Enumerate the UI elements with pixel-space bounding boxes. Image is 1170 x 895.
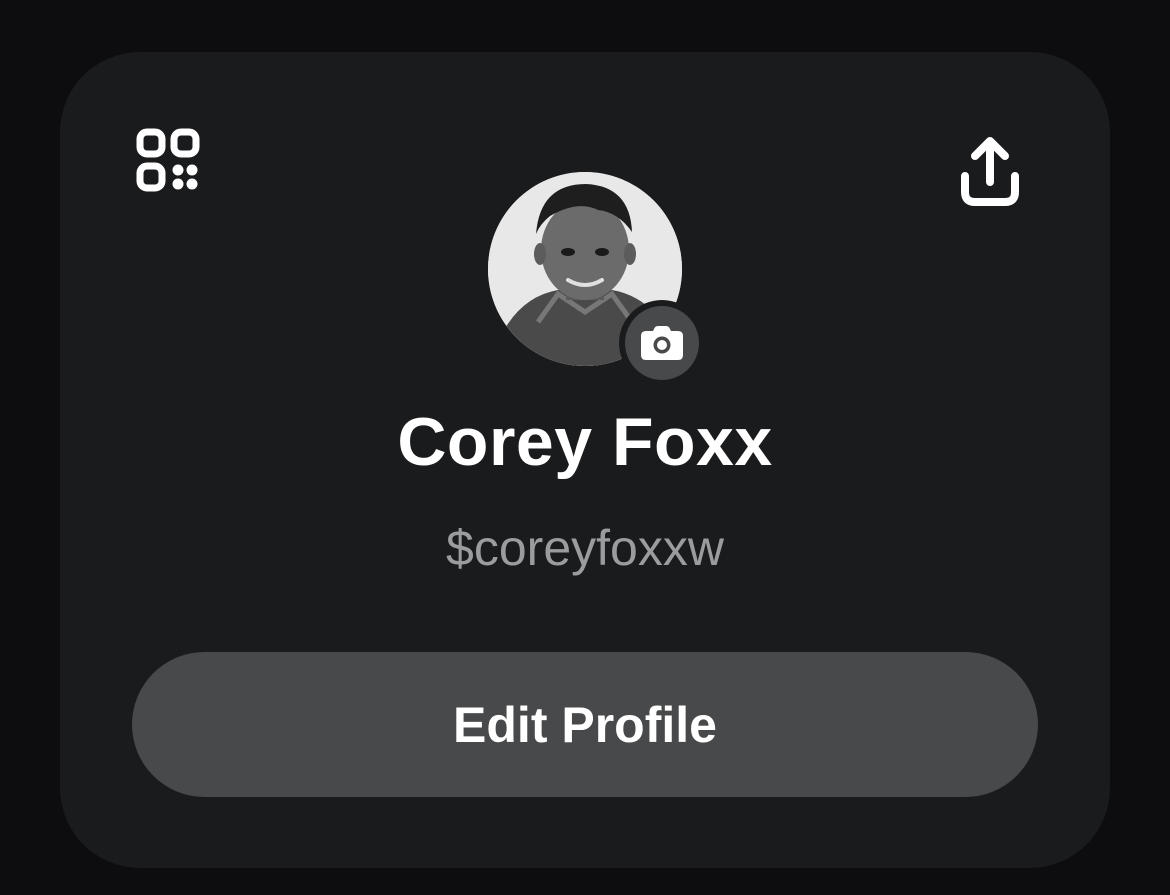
qr-code-button[interactable] (136, 128, 200, 192)
change-photo-button[interactable] (619, 300, 705, 386)
edit-profile-label: Edit Profile (453, 696, 717, 753)
share-icon (961, 137, 1019, 206)
camera-icon (641, 326, 683, 360)
avatar-container (488, 172, 705, 386)
profile-cashtag: $coreyfoxxw (446, 520, 724, 576)
edit-profile-button[interactable]: Edit Profile (132, 652, 1038, 797)
profile-name: Corey Foxx (397, 404, 773, 480)
share-button[interactable] (955, 134, 1025, 210)
profile-card: Corey Foxx $coreyfoxxw Edit Profile (60, 52, 1110, 868)
camera-badge-inner (625, 306, 699, 380)
qr-code-icon (136, 128, 200, 192)
